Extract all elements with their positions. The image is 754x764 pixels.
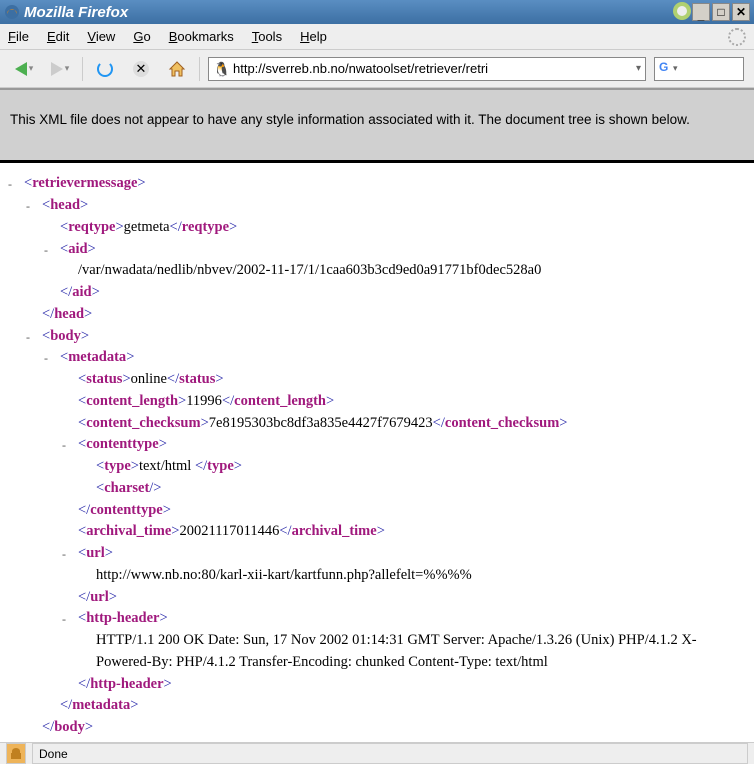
toggle-icon[interactable]: - [26,328,30,346]
reqtype-value: getmeta [124,219,170,235]
xml-notice: This XML file does not appear to have an… [0,88,754,163]
tag-http-header[interactable]: http-header [86,610,159,626]
menu-go[interactable]: Go [133,29,150,44]
status-text: Done [32,743,748,764]
tag-type[interactable]: type [104,458,131,474]
tag-archival-time[interactable]: archival_time [86,523,171,539]
xml-tree: - <retrievermessage> - <head> <reqtype>g… [0,163,754,742]
google-icon: G [659,60,673,77]
tag-reqtype[interactable]: reqtype [68,219,115,235]
status-value: online [131,371,167,387]
http-header-value: HTTP/1.1 200 OK Date: Sun, 17 Nov 2002 0… [96,632,697,670]
toggle-icon[interactable]: - [44,241,48,259]
type-value: text/html [139,458,195,474]
statusbar: Done [0,742,754,764]
tag-metadata[interactable]: metadata [68,349,126,365]
toggle-icon[interactable]: - [8,175,12,193]
separator [199,57,200,81]
throbber-icon [728,28,746,46]
content-length-value: 11996 [186,393,222,409]
search-dropdown-icon[interactable]: ▾ [673,63,678,74]
firefox-icon [4,4,20,20]
reload-button[interactable] [91,56,119,82]
menu-view[interactable]: View [87,29,115,44]
url-value: http://www.nb.no:80/karl-xii-kart/kartfu… [96,567,472,583]
menu-edit[interactable]: Edit [47,29,69,44]
menu-file[interactable]: File [8,29,29,44]
close-button[interactable]: ✕ [732,3,750,21]
content-checksum-value: 7e8195303bc8df3a835e4427f7679423 [209,415,433,431]
tag-content-length[interactable]: content_length [86,393,178,409]
tag-charset[interactable]: charset [104,480,149,496]
tag-status[interactable]: status [86,371,122,387]
aid-value: /var/nwadata/nedlib/nbvev/2002-11-17/1/1… [78,262,541,278]
toggle-icon[interactable]: - [62,545,66,563]
menubar: File Edit View Go Bookmarks Tools Help [0,24,754,50]
toggle-icon[interactable]: - [62,436,66,454]
titlebar: Mozilla Firefox _ □ ✕ [0,0,754,24]
search-bar[interactable]: G ▾ [654,57,744,81]
forward-button[interactable]: ▾ [46,56,74,82]
stop-button[interactable]: ✕ [127,56,155,82]
toggle-icon[interactable]: - [26,197,30,215]
tag-content-checksum[interactable]: content_checksum [86,415,200,431]
notice-text: This XML file does not appear to have an… [10,112,690,127]
tag-retrievermessage[interactable]: retrievermessage [32,175,137,191]
toolbar: ▾ ▾ ✕ 🐧 ▾ G ▾ [0,50,754,88]
suse-icon [672,1,692,24]
toggle-icon[interactable]: - [44,349,48,367]
tag-url[interactable]: url [86,545,105,561]
url-input[interactable] [233,61,636,76]
menu-bookmarks[interactable]: Bookmarks [169,29,234,44]
toggle-icon[interactable]: - [62,610,66,628]
home-button[interactable] [163,56,191,82]
separator [82,57,83,81]
archival-time-value: 20021117011446 [179,523,279,539]
back-button[interactable]: ▾ [10,56,38,82]
menu-tools[interactable]: Tools [252,29,282,44]
tag-head[interactable]: head [50,197,80,213]
minimize-button[interactable]: _ [692,3,710,21]
site-icon: 🐧 [213,61,229,77]
maximize-button[interactable]: □ [712,3,730,21]
tag-aid[interactable]: aid [68,241,87,257]
tag-contenttype[interactable]: contenttype [86,436,159,452]
svg-text:G: G [659,60,668,74]
dropdown-icon[interactable]: ▾ [636,63,641,74]
security-icon[interactable] [6,743,26,764]
tag-body[interactable]: body [50,328,81,344]
menu-help[interactable]: Help [300,29,327,44]
window-title: Mozilla Firefox [24,4,666,21]
address-bar[interactable]: 🐧 ▾ [208,57,646,81]
